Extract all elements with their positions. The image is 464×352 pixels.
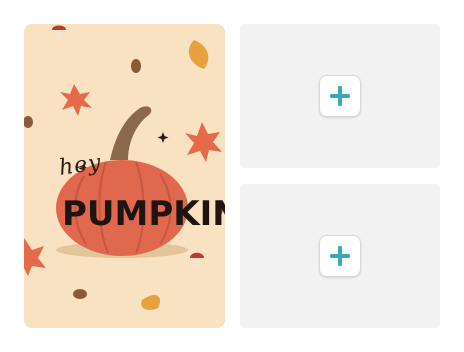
- pumpkin-stem: [110, 106, 152, 160]
- add-item-button[interactable]: [319, 75, 361, 117]
- empty-slot-bottom[interactable]: [240, 184, 440, 328]
- card-illustration: [24, 25, 223, 310]
- plus-icon: [330, 246, 350, 266]
- empty-slot-top[interactable]: [240, 24, 440, 168]
- greeting-card-preview[interactable]: hey PUMPKIN: [24, 24, 225, 328]
- headline-text: PUMPKIN: [62, 194, 225, 234]
- plus-icon: [330, 86, 350, 106]
- add-item-button[interactable]: [319, 235, 361, 277]
